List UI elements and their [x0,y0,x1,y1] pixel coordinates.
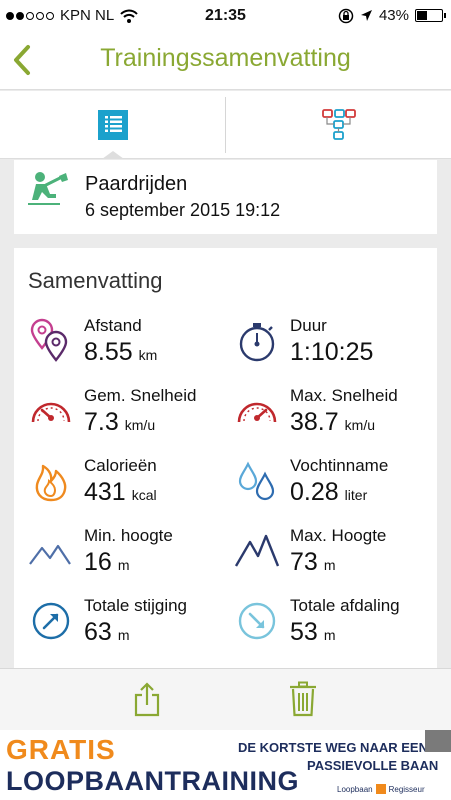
ad-brand-logo: Loopbaan Regisseur [337,784,425,794]
metric-total-ascent: Totale stijging 63 m [28,596,228,656]
metric-unit: m [323,627,336,643]
metric-label: Totale afdaling [290,596,400,615]
rotation-lock-icon [338,8,354,23]
water-drops-icon [238,461,275,501]
metric-label: Gem. Snelheid [84,386,197,405]
ascent-arrow-icon [32,602,70,640]
map-pin-icon [30,318,68,362]
status-bar: KPN NL 21:35 43% [0,0,451,32]
ad-info-icon[interactable] [425,730,451,752]
metric-value: 16 [84,548,112,576]
metric-value: 8.55 [84,338,133,366]
laps-chart-icon [321,109,356,140]
metric-unit: m [117,557,130,573]
stopwatch-icon [239,323,275,362]
metric-value: 7.3 [84,408,119,436]
metric-value: 63 [84,618,112,646]
ad-tagline-1: DE KORTSTE WEG NAAR EEN [238,740,428,755]
metric-calories: Calorieën 431 kcal [28,456,228,516]
metric-unit: liter [344,487,368,503]
tab-bar [0,91,451,159]
metric-value: 38.7 [290,408,339,436]
descent-arrow-icon [238,602,276,640]
tab-summary[interactable] [0,91,225,159]
metric-label: Totale stijging [84,596,188,615]
metric-label: Vochtinname [290,456,389,475]
metric-value: 1:10:25 [290,338,374,366]
metric-avg-speed: Gem. Snelheid 7.3 km/u [28,386,228,446]
bottom-toolbar [0,668,451,730]
tab-laps[interactable] [226,91,451,159]
page-title: Trainingssamenvatting [100,44,351,72]
summary-card: Samenvatting Afstand 8.55 km Duur 1:10:25 [14,248,437,668]
metric-water-intake: Vochtinname 0.28 liter [234,456,434,516]
metric-unit: km/u [124,417,156,433]
metric-value: 73 [290,548,318,576]
speedometer-icon [31,402,71,423]
metric-unit: km [138,347,158,363]
ad-tagline-2: PASSIEVOLLE BAAN [307,758,439,773]
speedometer-max-icon [237,402,277,423]
brand-square-icon [375,784,386,794]
activity-name: Paardrijden [85,173,188,195]
metric-min-altitude: Min. hoogte 16 m [28,526,228,586]
navigation-bar: Trainingssamenvatting [0,32,451,90]
metric-duration: Duur 1:10:25 [234,316,434,376]
horse-riding-icon [28,172,68,205]
metric-label: Max. Hoogte [290,526,387,545]
location-arrow-icon [360,10,372,21]
battery-icon [415,9,446,22]
status-right: 43% [338,7,446,24]
flame-icon [35,464,67,502]
mountain-low-icon [29,544,71,565]
metric-unit: m [117,627,130,643]
battery-percent: 43% [378,7,409,24]
metric-total-descent: Totale afdaling 53 m [234,596,434,656]
metric-label: Max. Snelheid [290,386,398,405]
metric-unit: km/u [344,417,376,433]
ad-brand-1: Loopbaan [337,784,373,794]
metric-value: 0.28 [290,478,339,506]
metric-value: 53 [290,618,318,646]
trash-icon[interactable] [288,681,318,717]
metric-max-altitude: Max. Hoogte 73 m [234,526,434,586]
metric-value: 431 [84,478,126,506]
metric-unit: kcal [131,487,157,503]
active-tab-indicator [102,151,124,159]
ad-banner[interactable]: GRATIS LOOPBAANTRAINING DE KORTSTE WEG N… [0,730,451,800]
mountain-high-icon [234,534,280,567]
activity-card: Paardrijden 6 september 2015 19:12 [14,160,437,234]
metric-label: Calorieën [84,456,157,475]
ad-headline-1: GRATIS [6,734,116,765]
metric-label: Afstand [84,316,142,335]
metric-label: Duur [290,316,327,335]
share-icon[interactable] [132,681,162,717]
list-document-icon [97,110,128,140]
metric-distance: Afstand 8.55 km [28,316,228,376]
ad-headline-2: LOOPBAANTRAINING [6,766,299,796]
summary-title: Samenvatting [28,268,163,293]
ad-brand-2: Regisseur [388,784,425,794]
metric-max-speed: Max. Snelheid 38.7 km/u [234,386,434,446]
activity-date: 6 september 2015 19:12 [85,200,281,220]
metric-unit: m [323,557,336,573]
metric-label: Min. hoogte [84,526,173,545]
